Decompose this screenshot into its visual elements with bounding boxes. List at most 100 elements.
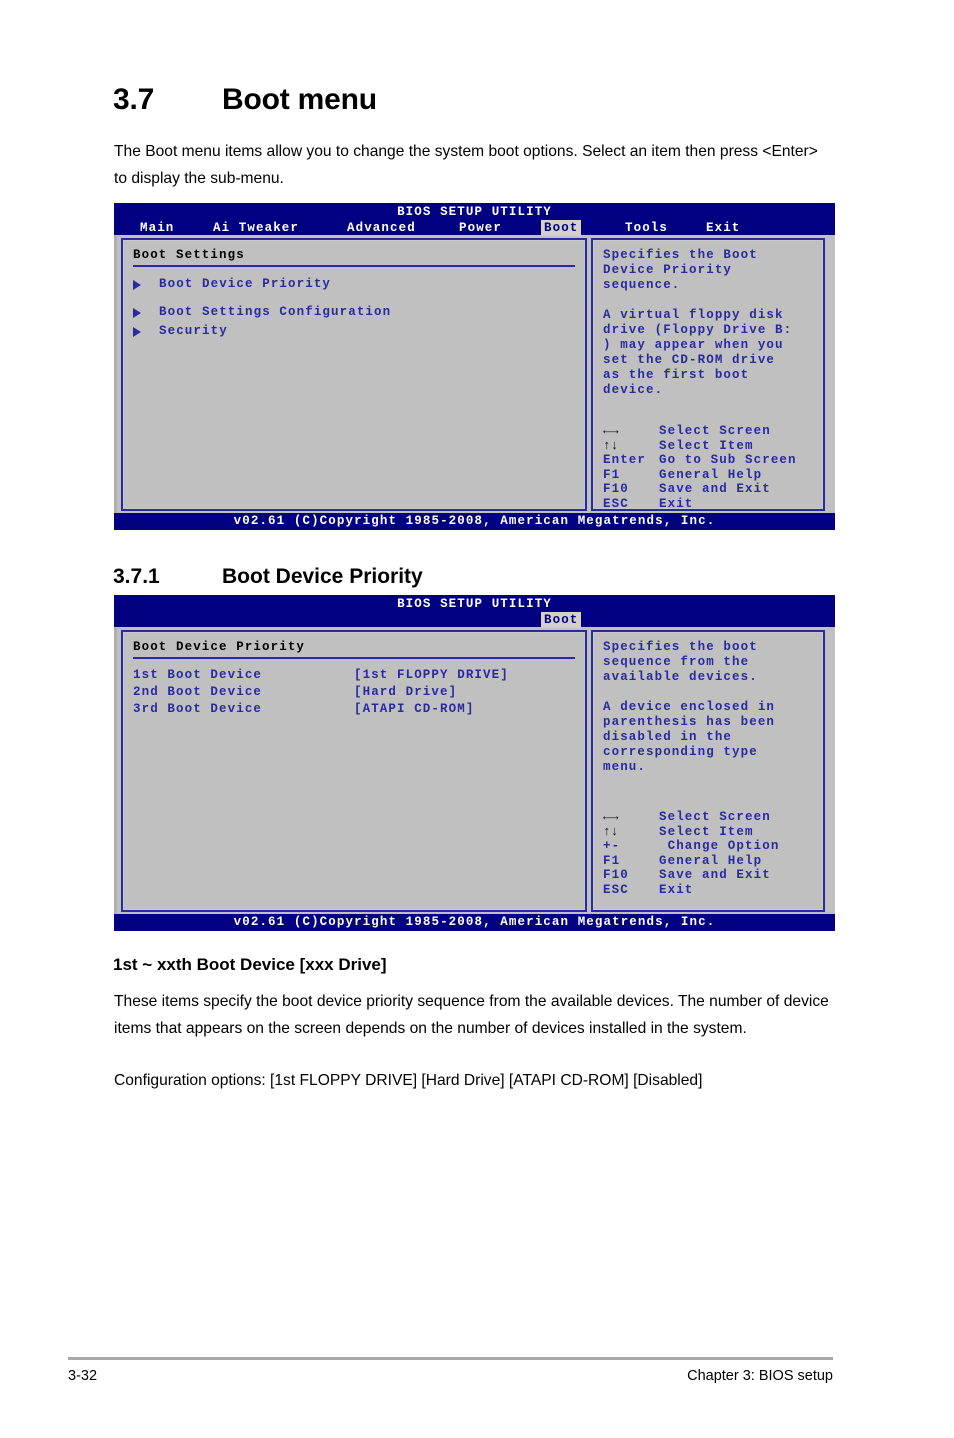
menu-item-boot-device-priority[interactable]: Boot Device Priority: [133, 275, 575, 294]
legend-row-select-item: ↑↓ Select Item: [603, 823, 813, 840]
legend-desc: Exit: [659, 882, 694, 897]
panel-divider: [133, 657, 575, 659]
legend-desc: Select Item: [659, 438, 754, 453]
bios-help-panel-2: Specifies the boot sequence from the ava…: [591, 630, 825, 912]
item-doc-heading-text: 1st ~ xxth Boot Device [xxx Drive]: [113, 955, 387, 974]
help-paragraph-1: Specifies the Boot Device Priority seque…: [603, 248, 758, 292]
bios-utility-title: BIOS SETUP UTILITY: [397, 597, 552, 611]
bios-body-2: Boot Device Priority 1st Boot Device [1s…: [114, 627, 835, 914]
up-down-arrow-icon: ↑↓: [603, 823, 619, 839]
key-legend-2: ←→ Select Screen ↑↓ Select Item +- Chang…: [603, 809, 813, 898]
bios-menu-bar: Main Ai Tweaker Advanced Power Boot Tool…: [114, 220, 835, 236]
legend-row-f1: F1 General Help: [603, 854, 813, 869]
legend-row-enter: Enter Go to Sub Screen: [603, 453, 813, 468]
option-label: 2nd Boot Device: [133, 685, 263, 699]
menu-tab-boot[interactable]: Boot: [541, 220, 582, 236]
menu-item-security[interactable]: Security: [133, 322, 575, 341]
legend-desc: Save and Exit: [659, 868, 771, 883]
legend-desc: Select Item: [659, 824, 754, 839]
option-row-2nd-boot-device[interactable]: 2nd Boot Device [Hard Drive]: [133, 684, 575, 701]
document-page: 3.7 Boot menu The Boot menu items allow …: [0, 0, 954, 1438]
help-paragraph-2: A device enclosed in parenthesis has bee…: [603, 700, 776, 774]
submenu-arrow-icon: [133, 279, 141, 290]
submenu-arrow-icon: [133, 326, 141, 337]
item-doc-heading: 1st ~ xxth Boot Device [xxx Drive]: [113, 955, 387, 975]
legend-key: ESC: [603, 882, 629, 897]
item-doc-config-options: Configuration options: [1st FLOPPY DRIVE…: [114, 1072, 703, 1089]
legend-row-select-item: ↑↓ Select Item: [603, 437, 813, 454]
legend-desc: General Help: [659, 853, 763, 868]
legend-key: F10: [603, 868, 629, 883]
subsection-title: Boot Device Priority: [222, 565, 423, 588]
option-value[interactable]: [1st FLOPPY DRIVE]: [354, 667, 575, 684]
menu-item-label: Security: [159, 324, 228, 338]
section-heading-3-7-1: 3.7.1 Boot Device Priority: [113, 565, 423, 589]
bios-body-1: Boot Settings Boot Device Priority Boot …: [114, 235, 835, 513]
panel-title-boot-device-priority: Boot Device Priority: [133, 640, 306, 654]
option-row-3rd-boot-device[interactable]: 3rd Boot Device [ATAPI CD-ROM]: [133, 701, 575, 718]
legend-key: +-: [603, 839, 621, 854]
legend-row-change-option: +- Change Option: [603, 839, 813, 854]
panel-title-boot-settings: Boot Settings: [133, 248, 245, 262]
menu-tab-main[interactable]: Main: [137, 220, 177, 236]
legend-row-f1: F1 General Help: [603, 468, 813, 483]
menu-item-label: Boot Device Priority: [159, 277, 332, 291]
legend-desc: General Help: [659, 467, 763, 482]
bios-header-1: BIOS SETUP UTILITY Main Ai Tweaker Advan…: [114, 203, 835, 236]
bios-copyright-footer-1: v02.61 (C)Copyright 1985-2008, American …: [114, 513, 835, 530]
option-value[interactable]: [ATAPI CD-ROM]: [354, 701, 575, 718]
item-doc-paragraph: These items specify the boot device prio…: [114, 993, 829, 1037]
legend-desc: Change Option: [659, 839, 780, 854]
menu-item-boot-settings-configuration[interactable]: Boot Settings Configuration: [133, 303, 575, 322]
menu-item-label: Boot Settings Configuration: [159, 305, 392, 319]
option-label: 1st Boot Device: [133, 668, 263, 682]
section-intro-paragraph: The Boot menu items allow you to change …: [114, 143, 818, 187]
chapter-label: Chapter 3: BIOS setup: [687, 1368, 833, 1384]
menu-tab-advanced[interactable]: Advanced: [344, 220, 419, 236]
legend-key: F1: [603, 467, 621, 482]
legend-row-select-screen: ←→ Select Screen: [603, 809, 813, 825]
legend-row-select-screen: ←→ Select Screen: [603, 423, 813, 439]
legend-row-f10: F10 Save and Exit: [603, 868, 813, 883]
page-number: 3-32: [68, 1368, 98, 1384]
legend-key: Enter: [603, 453, 647, 468]
legend-desc: Go to Sub Screen: [659, 453, 797, 468]
menu-tab-ai-tweaker[interactable]: Ai Tweaker: [210, 220, 302, 236]
section-title: Boot menu: [222, 83, 377, 116]
legend-key: F10: [603, 482, 629, 497]
legend-desc: Save and Exit: [659, 482, 771, 497]
bios-menu-bar: Boot: [114, 612, 835, 628]
bios-help-panel-1: Specifies the Boot Device Priority seque…: [591, 238, 825, 511]
legend-row-esc: ESC Exit: [603, 497, 813, 512]
option-value[interactable]: [Hard Drive]: [354, 684, 575, 701]
left-right-arrow-icon: ←→: [603, 809, 619, 824]
bios-screen-boot-device-priority: BIOS SETUP UTILITY Boot Boot Device Prio…: [114, 595, 835, 931]
bios-main-panel-1: Boot Settings Boot Device Priority Boot …: [121, 238, 587, 511]
legend-desc: Select Screen: [659, 424, 771, 438]
bios-utility-title: BIOS SETUP UTILITY: [397, 205, 552, 219]
option-label: 3rd Boot Device: [133, 702, 263, 716]
help-paragraph-1: Specifies the boot sequence from the ava…: [603, 640, 758, 684]
panel-divider: [133, 265, 575, 267]
key-legend-1: ←→ Select Screen ↑↓ Select Item Enter Go…: [603, 423, 813, 512]
option-row-1st-boot-device[interactable]: 1st Boot Device [1st FLOPPY DRIVE]: [133, 667, 575, 684]
legend-key: ESC: [603, 496, 629, 511]
legend-desc: Select Screen: [659, 810, 771, 824]
menu-tab-exit[interactable]: Exit: [703, 220, 743, 236]
subsection-number: 3.7.1: [113, 565, 160, 588]
section-number: 3.7: [113, 83, 155, 116]
menu-tab-tools[interactable]: Tools: [622, 220, 671, 236]
menu-tab-power[interactable]: Power: [456, 220, 505, 236]
section-heading-3-7: 3.7 Boot menu: [113, 83, 377, 117]
submenu-arrow-icon: [133, 307, 141, 318]
legend-desc: Exit: [659, 496, 694, 511]
up-down-arrow-icon: ↑↓: [603, 437, 619, 453]
legend-row-f10: F10 Save and Exit: [603, 482, 813, 497]
legend-key: F1: [603, 853, 621, 868]
legend-row-esc: ESC Exit: [603, 883, 813, 898]
bios-header-2: BIOS SETUP UTILITY Boot: [114, 595, 835, 628]
menu-tab-boot[interactable]: Boot: [541, 612, 582, 628]
footer-divider: [68, 1357, 833, 1360]
bios-main-panel-2: Boot Device Priority 1st Boot Device [1s…: [121, 630, 587, 912]
